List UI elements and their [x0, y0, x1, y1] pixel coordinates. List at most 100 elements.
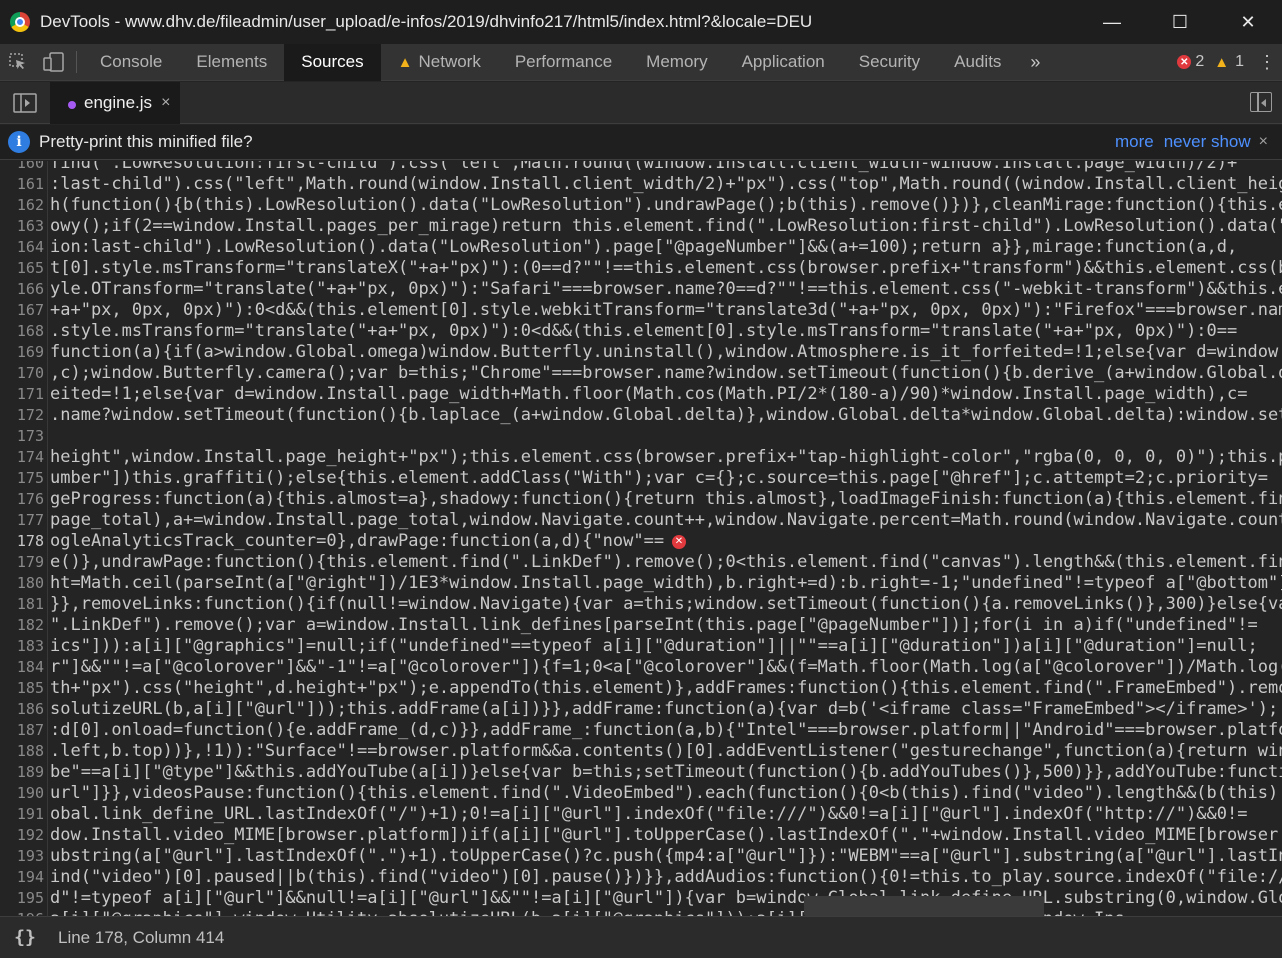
close-window-button[interactable]: ✕: [1214, 0, 1282, 44]
line-number[interactable]: 196: [0, 909, 44, 916]
line-number[interactable]: 184: [0, 657, 44, 678]
line-number[interactable]: 191: [0, 804, 44, 825]
line-number[interactable]: 182: [0, 615, 44, 636]
line-number[interactable]: 194: [0, 867, 44, 888]
line-code: e()},undrawPage:function(){this.element.…: [50, 552, 1282, 572]
line-number[interactable]: 169: [0, 342, 44, 363]
code-line: 162 h(function(){b(this).LowResolution().…: [0, 195, 1282, 216]
line-number[interactable]: 168: [0, 321, 44, 342]
code-line: 187:d[0].onload=function(){e.addFrame_(d…: [0, 720, 1282, 741]
warning-count: 1: [1235, 53, 1244, 70]
line-number[interactable]: 185: [0, 678, 44, 699]
more-link[interactable]: more: [1115, 132, 1154, 152]
line-number[interactable]: 160: [0, 161, 44, 174]
line-number[interactable]: 176: [0, 489, 44, 510]
line-code: find(".LowResolution:first-child").css("…: [50, 161, 1238, 173]
tab-elements[interactable]: Elements: [179, 44, 284, 81]
line-number[interactable]: 193: [0, 846, 44, 867]
devtools-menu-button[interactable]: ⋮: [1252, 52, 1282, 73]
tab-audits[interactable]: Audits: [937, 44, 1018, 81]
code-line: 169 function(a){if(a>window.Global.omega)…: [0, 342, 1282, 363]
error-marker-icon[interactable]: ✕: [672, 535, 686, 549]
line-code: height",window.Install.page_height+"px")…: [50, 447, 1282, 467]
inspect-element-icon[interactable]: [0, 44, 36, 81]
line-number[interactable]: 177: [0, 510, 44, 531]
line-code: function(a){if(a>window.Global.omega)win…: [50, 342, 1282, 362]
toggle-navigator-icon[interactable]: [0, 82, 50, 124]
tab-performance[interactable]: Performance: [498, 44, 629, 81]
never-show-link[interactable]: never show: [1164, 132, 1251, 152]
line-number[interactable]: 179: [0, 552, 44, 573]
infobar-close-icon[interactable]: ×: [1259, 133, 1268, 151]
line-number[interactable]: 174: [0, 447, 44, 468]
line-number[interactable]: 163: [0, 216, 44, 237]
code-line: 177 page_total),a+=window.Install.page_to…: [0, 510, 1282, 531]
tab-application[interactable]: Application: [725, 44, 842, 81]
code-line: 190 url"]}},videosPause:function(){this.e…: [0, 783, 1282, 804]
line-number[interactable]: 162: [0, 195, 44, 216]
pretty-print-button[interactable]: {}: [0, 927, 50, 948]
line-number[interactable]: 188: [0, 741, 44, 762]
file-tab-engine-js[interactable]: engine.js ×: [50, 81, 181, 124]
toggle-debugger-icon[interactable]: [1250, 92, 1272, 112]
line-number[interactable]: 173: [0, 426, 44, 447]
line-number[interactable]: 183: [0, 636, 44, 657]
line-code: dow.Install.video_MIME[browser.platform]…: [50, 825, 1282, 845]
device-toolbar-icon[interactable]: [36, 44, 72, 81]
tab-sources[interactable]: Sources: [284, 43, 381, 81]
tab-memory[interactable]: Memory: [629, 44, 724, 81]
line-code: ion:last-child").LowResolution().data("L…: [50, 237, 1238, 257]
line-code: d"!=typeof a[i]["@url"]&&null!=a[i]["@ur…: [50, 888, 1282, 908]
line-number[interactable]: 172: [0, 405, 44, 426]
tab-console[interactable]: Console: [83, 44, 179, 81]
line-number[interactable]: 190: [0, 783, 44, 804]
status-bar: {} Line 178, Column 414: [0, 916, 1282, 958]
tab-security[interactable]: Security: [842, 44, 937, 81]
info-icon: i: [8, 131, 30, 153]
more-tabs-button[interactable]: »: [1018, 52, 1052, 73]
line-number[interactable]: 180: [0, 573, 44, 594]
line-number[interactable]: 170: [0, 363, 44, 384]
window-title: DevTools - www.dhv.de/fileadmin/user_upl…: [40, 12, 813, 31]
code-editor[interactable]: 160 find(".LowResolution:first-child").cs…: [0, 161, 1282, 916]
line-code: r"]&&""!=a["@colorover"]&&"-1"!=a["@colo…: [50, 657, 1282, 677]
minimize-button[interactable]: —: [1078, 0, 1146, 44]
js-file-icon: [68, 100, 76, 109]
line-number[interactable]: 164: [0, 237, 44, 258]
line-number[interactable]: 187: [0, 720, 44, 741]
line-number[interactable]: 186: [0, 699, 44, 720]
line-code: obal.link_define_URL.lastIndexOf("/")+1)…: [50, 804, 1248, 824]
code-line: 173: [0, 426, 1282, 447]
error-count: 2: [1195, 53, 1205, 70]
line-number[interactable]: 195: [0, 888, 44, 909]
code-line: 171 eited=!1;else{var d=window.Install.pa…: [0, 384, 1282, 405]
line-number[interactable]: 171: [0, 384, 44, 405]
code-line: 178 ogleAnalyticsTrack_counter=0},drawPag…: [0, 531, 1282, 552]
line-number[interactable]: 161: [0, 174, 44, 195]
code-line: 194 ind("video")[0].paused||b(this).find(…: [0, 867, 1282, 888]
code-line: 181}},removeLinks:function(){if(null!=wi…: [0, 594, 1282, 615]
line-number[interactable]: 189: [0, 762, 44, 783]
horizontal-scrollbar[interactable]: [804, 896, 1044, 916]
infobar-actions: more never show ×: [1105, 132, 1282, 152]
line-number[interactable]: 181: [0, 594, 44, 615]
line-number[interactable]: 192: [0, 825, 44, 846]
code-line: 174 height",window.Install.page_height+"p…: [0, 447, 1282, 468]
code-line: 167 +a+"px, 0px, 0px)"):0<d&&(this.elemen…: [0, 300, 1282, 321]
line-number[interactable]: 178: [0, 531, 44, 552]
line-number[interactable]: 167: [0, 300, 44, 321]
code-line: 191 obal.link_define_URL.lastIndexOf("/")…: [0, 804, 1282, 825]
line-number[interactable]: 166: [0, 279, 44, 300]
line-code: ogleAnalyticsTrack_counter=0},drawPage:f…: [50, 531, 665, 551]
line-code: ,c);window.Butterfly.camera();var b=this…: [50, 363, 1282, 383]
line-number[interactable]: 175: [0, 468, 44, 489]
devtools-tabbar: Console Elements Sources ▲ Network Perfo…: [0, 43, 1282, 81]
code-line: 160 find(".LowResolution:first-child").cs…: [0, 161, 1282, 174]
tab-network[interactable]: ▲ Network: [381, 44, 498, 81]
infobar-message: Pretty-print this minified file?: [39, 132, 253, 151]
line-number[interactable]: 165: [0, 258, 44, 279]
issue-counts[interactable]: ✕ 2 ▲ 1: [1177, 53, 1252, 71]
maximize-button[interactable]: ☐: [1146, 0, 1214, 44]
close-tab-icon[interactable]: ×: [161, 94, 170, 112]
code-line: 182 ".LinkDef").remove();var a=window.Ins…: [0, 615, 1282, 636]
